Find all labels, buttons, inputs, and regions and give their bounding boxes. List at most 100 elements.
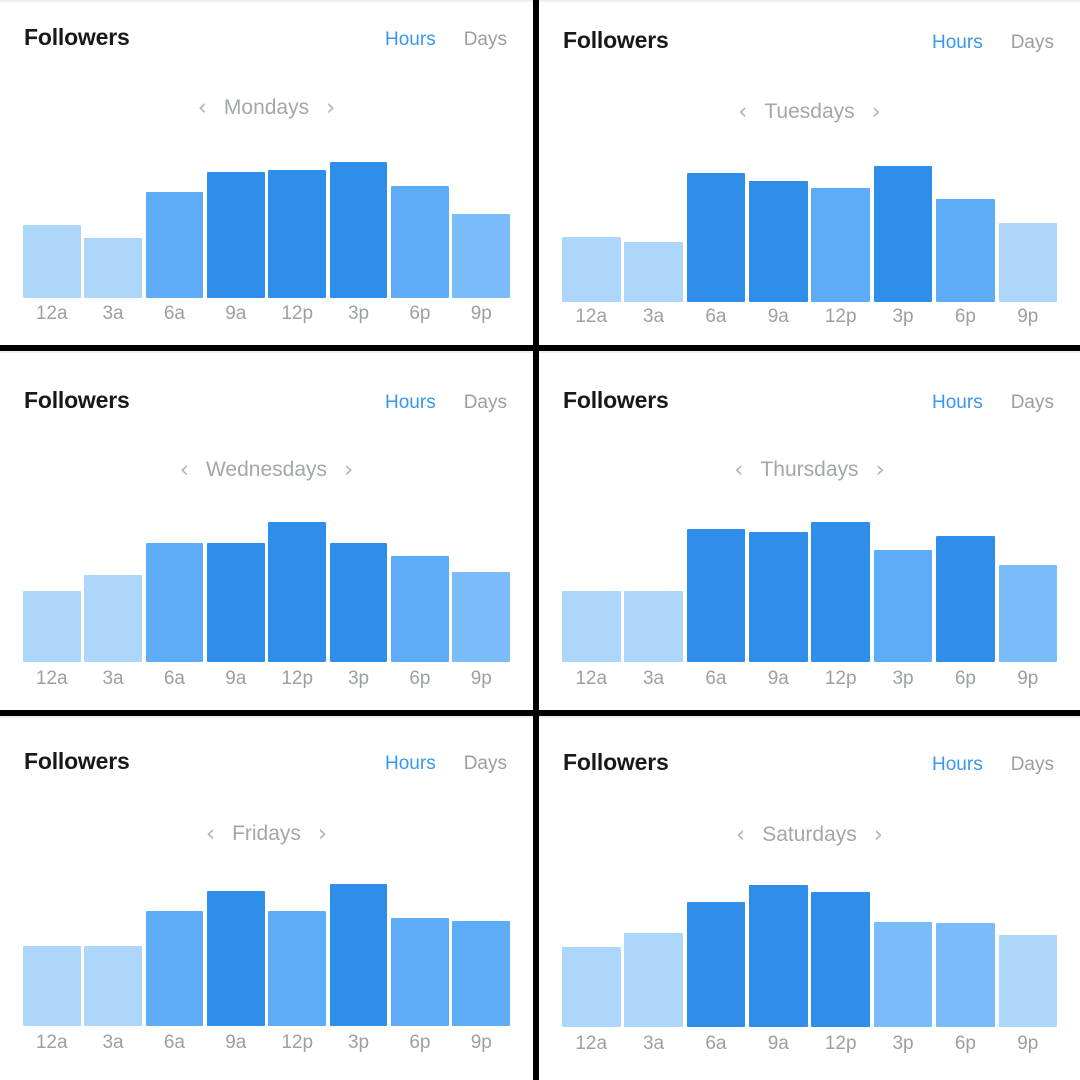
tab-hours[interactable]: Hours bbox=[385, 753, 436, 775]
tab-days[interactable]: Days bbox=[1011, 754, 1054, 776]
chart-bar[interactable] bbox=[686, 529, 746, 662]
tab-hours[interactable]: Hours bbox=[385, 392, 436, 414]
day-navigator: ‹ Saturdays › bbox=[539, 823, 1080, 847]
chart-bar[interactable] bbox=[624, 242, 683, 302]
chevron-left-icon[interactable]: ‹ bbox=[206, 822, 215, 846]
chart-bar[interactable] bbox=[936, 923, 995, 1027]
chevron-left-icon[interactable]: ‹ bbox=[734, 458, 743, 482]
tab-hours[interactable]: Hours bbox=[385, 29, 436, 51]
tab-hours[interactable]: Hours bbox=[932, 32, 983, 54]
bar-chart bbox=[560, 522, 1059, 662]
tab-days[interactable]: Days bbox=[464, 392, 507, 414]
chevron-left-icon[interactable]: ‹ bbox=[736, 823, 745, 847]
bar-slot bbox=[622, 166, 684, 302]
chevron-right-icon[interactable]: › bbox=[874, 823, 883, 847]
bar-slot bbox=[747, 885, 809, 1027]
page-title: Followers bbox=[563, 749, 669, 775]
chart-bar[interactable] bbox=[561, 236, 621, 302]
x-axis-tick-label: 9a bbox=[225, 668, 247, 689]
chart-bar[interactable] bbox=[936, 198, 995, 302]
chart-bar[interactable] bbox=[22, 590, 81, 662]
chart-bar[interactable] bbox=[22, 946, 81, 1026]
chart-bar[interactable] bbox=[811, 522, 870, 662]
chart-bar[interactable] bbox=[145, 191, 204, 298]
chart-bar[interactable] bbox=[22, 224, 81, 298]
x-axis-tick-label: 6a bbox=[705, 1033, 727, 1054]
chart-bar[interactable] bbox=[391, 186, 449, 298]
tab-hours[interactable]: Hours bbox=[932, 392, 983, 414]
chart-bar[interactable] bbox=[624, 590, 683, 662]
tab-days[interactable]: Days bbox=[464, 753, 507, 775]
chevron-left-icon[interactable]: ‹ bbox=[738, 100, 747, 124]
bar-slot bbox=[21, 162, 82, 298]
x-axis-tick-label: 3p bbox=[892, 668, 914, 689]
tab-days[interactable]: Days bbox=[464, 29, 507, 51]
chart-bar[interactable] bbox=[998, 223, 1058, 302]
tab-days[interactable]: Days bbox=[1011, 392, 1054, 414]
chart-bar[interactable] bbox=[206, 543, 265, 662]
chart-bar[interactable] bbox=[329, 543, 388, 662]
bar-slot bbox=[560, 166, 622, 302]
chevron-right-icon[interactable]: › bbox=[344, 458, 353, 482]
x-axis-tick-label: 3p bbox=[892, 1033, 914, 1054]
chart-bar[interactable] bbox=[873, 550, 933, 662]
chart-bar[interactable] bbox=[998, 934, 1058, 1027]
chart-bar[interactable] bbox=[84, 946, 142, 1026]
tab-group: Hours Days bbox=[932, 32, 1054, 54]
day-navigator: ‹ Mondays › bbox=[0, 96, 533, 120]
tab-hours[interactable]: Hours bbox=[932, 754, 983, 776]
bar-slot bbox=[144, 522, 205, 662]
chart-bar[interactable] bbox=[452, 213, 511, 298]
x-axis-tick-label: 6a bbox=[705, 668, 727, 689]
chevron-right-icon[interactable]: › bbox=[318, 822, 327, 846]
chart-bar[interactable] bbox=[873, 166, 933, 302]
chart-bar[interactable] bbox=[206, 171, 265, 298]
chevron-right-icon[interactable]: › bbox=[326, 96, 335, 120]
chart-bar[interactable] bbox=[936, 536, 995, 662]
chart-bar[interactable] bbox=[268, 170, 327, 298]
chart-bar[interactable] bbox=[145, 543, 204, 662]
chart-bar[interactable] bbox=[686, 172, 746, 302]
bar-slot bbox=[389, 884, 450, 1026]
bar-slot bbox=[21, 884, 82, 1026]
chart-bar[interactable] bbox=[749, 885, 808, 1027]
panel-mondays: Followers Hours Days ‹ Mondays › 12a 3a 6a 9a 12p 3… bbox=[0, 0, 533, 345]
chart-bar[interactable] bbox=[749, 180, 808, 302]
tab-days[interactable]: Days bbox=[1011, 32, 1054, 54]
chart-bar[interactable] bbox=[84, 575, 142, 662]
chart-bar[interactable] bbox=[811, 892, 870, 1027]
chart-bar[interactable] bbox=[329, 162, 388, 298]
x-axis-tick-label: 12a bbox=[575, 306, 608, 327]
chart-bar[interactable] bbox=[84, 238, 142, 298]
x-axis-tick-label: 12p bbox=[281, 668, 314, 689]
chevron-right-icon[interactable]: › bbox=[872, 100, 881, 124]
chart-bar[interactable] bbox=[624, 933, 683, 1027]
x-axis-tick-label: 12a bbox=[35, 1032, 68, 1053]
chart-bar[interactable] bbox=[811, 187, 870, 302]
chart-bar[interactable] bbox=[452, 920, 511, 1026]
bar-slot bbox=[328, 884, 389, 1026]
chart-bar[interactable] bbox=[145, 910, 204, 1026]
chart-bar[interactable] bbox=[452, 572, 511, 662]
chart-bar[interactable] bbox=[873, 921, 933, 1027]
chart-bar[interactable] bbox=[268, 910, 327, 1026]
chart-bar[interactable] bbox=[206, 891, 265, 1026]
chart-bar[interactable] bbox=[998, 565, 1058, 662]
chart-bar[interactable] bbox=[686, 902, 746, 1027]
x-axis-labels: 12a 3a 6a 9a 12p 3p 6p 9p bbox=[560, 1033, 1059, 1055]
chart-bar[interactable] bbox=[329, 884, 388, 1026]
page-title: Followers bbox=[563, 27, 669, 53]
x-axis-tick-label: 3a bbox=[102, 1032, 124, 1053]
x-axis-tick-label: 12p bbox=[824, 668, 857, 689]
chevron-left-icon[interactable]: ‹ bbox=[180, 458, 189, 482]
chart-bar[interactable] bbox=[391, 918, 449, 1026]
bar-slot bbox=[205, 162, 266, 298]
chart-bar[interactable] bbox=[561, 947, 621, 1027]
chart-bar[interactable] bbox=[561, 590, 621, 662]
chevron-left-icon[interactable]: ‹ bbox=[198, 96, 207, 120]
panel-thursdays: Followers Hours Days ‹ Thursdays › 12a 3a 6a 9a 12… bbox=[539, 351, 1080, 710]
chart-bar[interactable] bbox=[749, 531, 808, 662]
chart-bar[interactable] bbox=[391, 555, 449, 662]
chevron-right-icon[interactable]: › bbox=[876, 458, 885, 482]
chart-bar[interactable] bbox=[268, 522, 327, 662]
